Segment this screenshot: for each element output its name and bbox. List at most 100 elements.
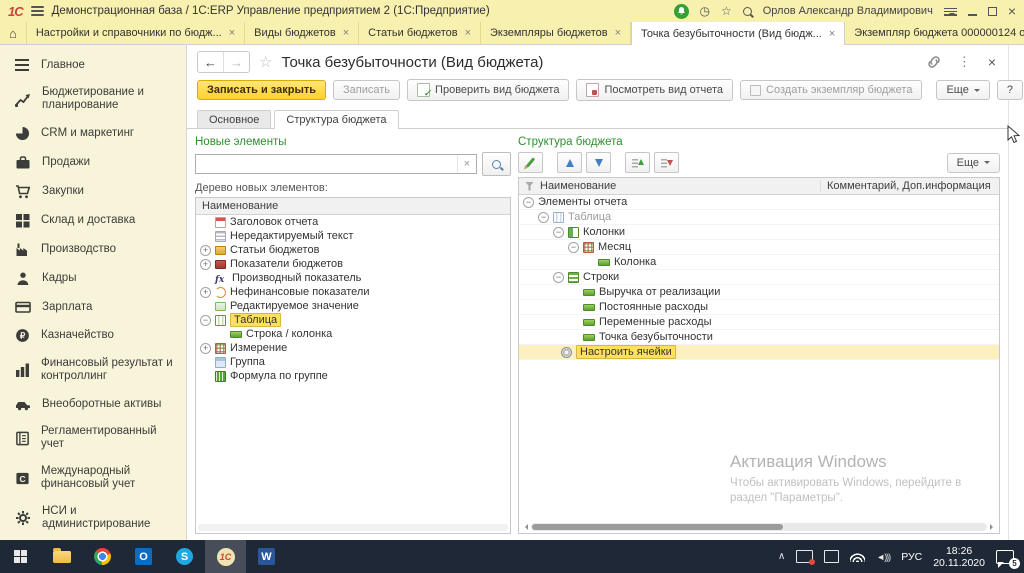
favorite-star-icon[interactable]: ☆ [259, 53, 272, 71]
tree-item-selected[interactable]: −Таблица [196, 313, 510, 327]
tree-item[interactable]: −Месяц [519, 240, 999, 255]
tree-item[interactable]: Формула по группе [196, 369, 510, 383]
save-and-close-button[interactable]: Записать и закрыть [197, 80, 326, 100]
tree-item[interactable]: Группа [196, 355, 510, 369]
scroll-right-icon[interactable] [990, 524, 996, 530]
tree-item[interactable]: Редактируемое значение [196, 299, 510, 313]
tree-item[interactable]: Переменные расходы [519, 315, 999, 330]
check-budget-kind-button[interactable]: ✓Проверить вид бюджета [407, 79, 569, 101]
favorites-star-icon[interactable]: ☆ [721, 5, 732, 17]
sidebar-item-admin[interactable]: НСИ и администрирование [0, 498, 186, 538]
tree-item[interactable]: +Показатели бюджетов [196, 257, 510, 271]
start-button[interactable] [0, 540, 41, 573]
home-tab[interactable]: ⌂ [0, 22, 27, 44]
sidebar-item-purchases[interactable]: Закупки [0, 177, 186, 206]
collapse-icon[interactable]: − [538, 212, 549, 223]
wifi-icon[interactable] [850, 552, 865, 562]
forward-button[interactable]: → [223, 52, 249, 72]
tree-item[interactable]: Точка безубыточности [519, 330, 999, 345]
file-explorer-button[interactable] [41, 540, 82, 573]
tree-item[interactable]: +Нефинансовые показатели [196, 285, 510, 299]
tab-budget-structure[interactable]: Структура бюджета [274, 110, 398, 129]
close-icon[interactable]: × [615, 27, 621, 39]
tree-item[interactable]: −Строки [519, 270, 999, 285]
search-input[interactable] [196, 157, 457, 172]
minimize-button[interactable] [968, 7, 977, 16]
main-menu-icon[interactable] [31, 4, 44, 18]
collapse-icon[interactable]: − [568, 242, 579, 253]
save-button[interactable]: Записать [333, 80, 400, 100]
chrome-button[interactable] [82, 540, 123, 573]
tree-item[interactable]: Нередактируемый текст [196, 229, 510, 243]
sidebar-item-warehouse[interactable]: Склад и доставка [0, 206, 186, 235]
collapse-icon[interactable]: − [523, 197, 534, 208]
notifications-icon[interactable]: 5 [996, 550, 1014, 564]
tree-item[interactable]: Колонка [519, 255, 999, 270]
tree-item[interactable]: Производный показатель [196, 271, 510, 285]
sidebar-item-salary[interactable]: Зарплата [0, 293, 186, 321]
clear-search-icon[interactable]: × [457, 155, 476, 173]
close-icon[interactable]: × [343, 27, 349, 39]
move-in-group-down-button[interactable] [654, 152, 679, 173]
sidebar-item-ifrs[interactable]: C Международный финансовый учет [0, 458, 186, 498]
more-actions-button[interactable]: Еще [936, 80, 989, 100]
history-icon[interactable]: ◷ [700, 5, 710, 17]
skype-button[interactable]: S [164, 540, 205, 573]
1c-app-button[interactable]: 1С [205, 540, 246, 573]
outlook-button[interactable]: O [123, 540, 164, 573]
tray-expand-icon[interactable]: ∧ [778, 551, 785, 562]
create-budget-instance-button[interactable]: Создать экземпляр бюджета [740, 80, 922, 100]
expand-icon[interactable]: + [200, 245, 211, 256]
collapse-icon[interactable]: − [553, 272, 564, 283]
sidebar-item-main[interactable]: Главное [0, 51, 186, 79]
expand-icon[interactable]: + [200, 343, 211, 354]
tree-item[interactable]: +Статьи бюджетов [196, 243, 510, 257]
more-menu-icon[interactable]: ⋮ [958, 54, 971, 70]
clock[interactable]: 18:26 20.11.2020 [933, 545, 985, 569]
sidebar-item-finance[interactable]: Финансовый результат и контроллинг [0, 350, 186, 390]
close-icon[interactable]: × [465, 27, 471, 39]
sidebar-item-treasury[interactable]: ₽ Казначейство [0, 321, 186, 350]
tree-item[interactable]: +Измерение [196, 341, 510, 355]
filter-icon[interactable] [525, 182, 534, 191]
tree-item[interactable]: Постоянные расходы [519, 300, 999, 315]
search-button[interactable] [482, 152, 511, 176]
service-menu-icon[interactable] [944, 6, 957, 16]
tab-budget-instances[interactable]: Экземпляры бюджетов× [481, 22, 631, 44]
sidebar-item-crm[interactable]: CRM и маркетинг [0, 119, 186, 148]
tab-budget-instance-124[interactable]: Экземпляр бюджета 000000124 о...× [845, 22, 1024, 44]
move-down-button[interactable] [586, 152, 611, 173]
tab-budget-articles[interactable]: Статьи бюджетов× [359, 22, 481, 44]
language-indicator[interactable]: РУС [901, 551, 922, 563]
sidebar-item-regulated[interactable]: Регламентированный учет [0, 418, 186, 458]
close-form-button[interactable]: × [988, 55, 996, 69]
tree-item[interactable]: −Элементы отчета [519, 195, 999, 210]
action-center-icon[interactable] [796, 550, 813, 563]
scrollbar-thumb[interactable] [532, 524, 783, 530]
word-button[interactable]: W [246, 540, 287, 573]
get-link-icon[interactable] [927, 55, 941, 69]
collapse-icon[interactable]: − [553, 227, 564, 238]
expand-icon[interactable]: + [200, 287, 211, 298]
back-button[interactable]: ← [198, 52, 223, 72]
tab-breakeven-point[interactable]: Точка безубыточности (Вид бюдж...× [631, 22, 845, 45]
horizontal-scrollbar[interactable] [522, 522, 996, 531]
structure-more-button[interactable]: Еще [947, 153, 1000, 173]
collapse-icon[interactable]: − [200, 315, 211, 326]
volume-icon[interactable]: ◄))) [876, 552, 890, 562]
tree-item[interactable]: −Колонки [519, 225, 999, 240]
move-in-group-up-button[interactable] [625, 152, 650, 173]
display-icon[interactable] [824, 550, 839, 563]
tree-item[interactable]: Выручка от реализации [519, 285, 999, 300]
sidebar-item-sales[interactable]: Продажи [0, 148, 186, 177]
tree-item[interactable]: Строка / колонка [196, 327, 510, 341]
horizontal-scrollbar[interactable] [198, 524, 508, 531]
notifications-bell-icon[interactable] [674, 4, 689, 19]
sidebar-item-production[interactable]: Производство [0, 235, 186, 264]
expand-icon[interactable]: + [200, 259, 211, 270]
tree-item-selected[interactable]: Настроить ячейки [519, 345, 999, 360]
view-report-kind-button[interactable]: Посмотреть вид отчета [576, 79, 733, 101]
restore-button[interactable] [988, 7, 997, 16]
close-window-button[interactable]: × [1008, 4, 1016, 18]
tab-budget-settings[interactable]: Настройки и справочники по бюдж...× [27, 22, 245, 44]
